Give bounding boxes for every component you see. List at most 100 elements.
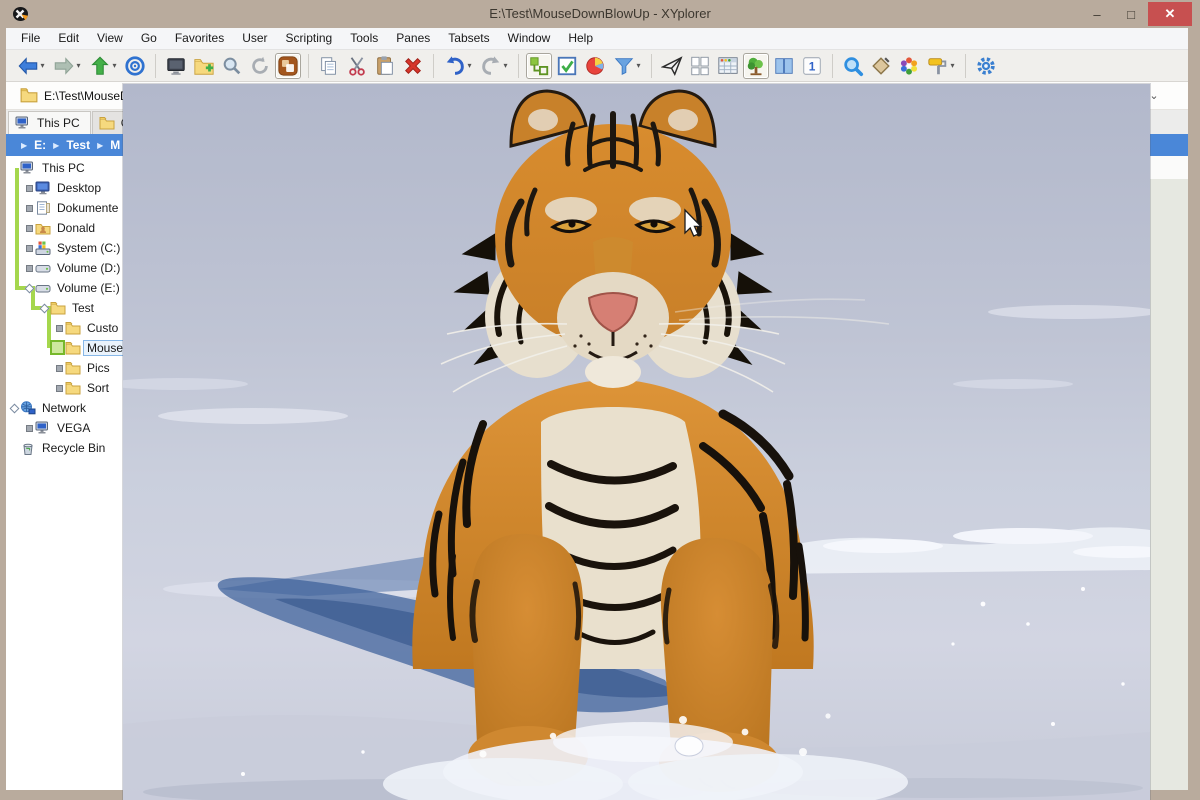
collapsed-toggle-icon[interactable] — [23, 245, 35, 252]
monitor-icon — [165, 55, 187, 77]
tree-item-label: System (C:) — [53, 240, 124, 256]
image-preview-overlay[interactable] — [123, 84, 1150, 800]
mini-tree-button[interactable] — [526, 53, 552, 79]
paste-button[interactable] — [372, 53, 398, 79]
send-to-button[interactable] — [659, 53, 685, 79]
table-icon — [717, 55, 739, 77]
breadcrumb-segment[interactable]: Test — [66, 138, 90, 152]
menu-user[interactable]: User — [233, 28, 276, 49]
dropdown-arrow-icon[interactable]: ▾ — [40, 61, 44, 70]
menu-tools[interactable]: Tools — [341, 28, 387, 49]
expand-toggle-icon[interactable] — [23, 285, 35, 292]
menu-tabsets[interactable]: Tabsets — [439, 28, 498, 49]
checkbox-icon — [556, 55, 578, 77]
dropdown-arrow-icon[interactable]: ▾ — [950, 61, 954, 70]
dropdown-arrow-icon[interactable]: ▾ — [503, 61, 507, 70]
tree-item-label: Sort — [83, 380, 113, 396]
breadcrumb-segment[interactable]: M — [110, 138, 120, 152]
undo-button[interactable]: ▾ — [441, 53, 475, 79]
dropdown-arrow-icon[interactable]: ▾ — [467, 61, 471, 70]
close-button[interactable]: ✕ — [1148, 2, 1192, 26]
cut-button[interactable] — [344, 53, 370, 79]
folder-icon — [20, 87, 38, 106]
collapsed-toggle-icon[interactable] — [23, 265, 35, 272]
tree-item-label: Donald — [53, 220, 99, 236]
tree-item-label: Custo — [83, 320, 122, 336]
menu-view[interactable]: View — [88, 28, 132, 49]
tree-item-label: Recycle Bin — [38, 440, 109, 456]
toolbar-group: ▾ ▾ ▾ — [10, 53, 152, 79]
tree-item-label: Volume (D:) — [53, 260, 124, 276]
show-tree-button[interactable] — [743, 53, 769, 79]
collapsed-toggle-icon[interactable] — [23, 425, 35, 432]
folder-statistics-button[interactable] — [582, 53, 608, 79]
checkbox-selection-button[interactable] — [554, 53, 580, 79]
minimize-button[interactable]: – — [1080, 2, 1114, 26]
user-folder-icon — [35, 221, 53, 235]
tree-item-label: Network — [38, 400, 90, 416]
menu-panes[interactable]: Panes — [387, 28, 439, 49]
clipboard-icon — [374, 55, 396, 77]
single-pane-button[interactable]: 1 — [799, 53, 825, 79]
menu-favorites[interactable]: Favorites — [166, 28, 233, 49]
tree-path-highlight — [15, 168, 19, 290]
dropdown-arrow-icon[interactable]: ▾ — [636, 61, 640, 70]
maximize-button[interactable]: □ — [1114, 2, 1148, 26]
mouse-down-blow-up-button[interactable] — [275, 53, 301, 79]
go-to-location-button[interactable] — [122, 53, 148, 79]
collapsed-toggle-icon[interactable] — [53, 325, 65, 332]
tree-item-label: Test — [68, 300, 98, 316]
tab-this-pc[interactable]: This PC — [8, 111, 91, 134]
new-folder-button[interactable] — [191, 53, 217, 79]
go-forward-button[interactable]: ▾ — [50, 53, 84, 79]
recycle-bin-icon — [20, 441, 38, 455]
menu-scripting[interactable]: Scripting — [277, 28, 342, 49]
address-path[interactable]: E:\Test\MouseDo — [44, 82, 135, 110]
delete-button[interactable] — [400, 53, 426, 79]
color-labels-button[interactable] — [896, 53, 922, 79]
live-filter-button[interactable] — [840, 53, 866, 79]
go-back-button[interactable]: ▾ — [14, 53, 48, 79]
tree-icon — [745, 55, 767, 77]
collapsed-toggle-icon[interactable] — [53, 365, 65, 372]
breadcrumb-segment[interactable]: E: — [34, 138, 46, 152]
expand-toggle-icon[interactable] — [38, 305, 50, 312]
drive-icon — [35, 261, 53, 275]
tree-item-label: Pics — [83, 360, 114, 376]
dual-pane-button[interactable] — [771, 53, 797, 79]
format-painter-button[interactable]: ▾ — [924, 53, 958, 79]
collapsed-toggle-icon[interactable] — [23, 185, 35, 192]
up-icon — [89, 55, 111, 77]
redo-button[interactable]: ▾ — [477, 53, 511, 79]
compare-lists-button[interactable] — [687, 53, 713, 79]
breadcrumb-arrow-icon: ▶ — [21, 141, 27, 150]
configuration-button[interactable] — [973, 53, 999, 79]
dual-pane-icon — [773, 55, 795, 77]
new-folder-icon — [193, 55, 215, 77]
tag-item-button[interactable] — [868, 53, 894, 79]
system-drive-icon — [35, 241, 53, 255]
title-bar[interactable]: E:\Test\MouseDownBlowUp - XYplorer – □ ✕ — [0, 0, 1200, 28]
menu-edit[interactable]: Edit — [49, 28, 88, 49]
dropdown-arrow-icon[interactable]: ▾ — [112, 61, 116, 70]
expand-toggle-icon[interactable] — [8, 405, 20, 412]
toolbar: ▾ ▾ ▾ ▾ ▾ ▾ 1 ▾ — [6, 50, 1188, 82]
menu-go[interactable]: Go — [132, 28, 166, 49]
collapsed-toggle-icon[interactable] — [23, 225, 35, 232]
collapsed-toggle-icon[interactable] — [53, 385, 65, 392]
refresh-button[interactable] — [247, 53, 273, 79]
go-up-button[interactable]: ▾ — [86, 53, 120, 79]
menu-file[interactable]: File — [12, 28, 49, 49]
copy-button[interactable] — [316, 53, 342, 79]
folder-icon — [65, 381, 83, 395]
find-files-button[interactable] — [219, 53, 245, 79]
collapsed-toggle-icon[interactable] — [23, 205, 35, 212]
visual-filter-button[interactable]: ▾ — [610, 53, 644, 79]
forward-icon — [53, 55, 75, 77]
dropdown-arrow-icon[interactable]: ▾ — [76, 61, 80, 70]
details-view-button[interactable] — [715, 53, 741, 79]
menu-help[interactable]: Help — [559, 28, 602, 49]
show-drives-button[interactable] — [163, 53, 189, 79]
pinwheel-icon — [898, 55, 920, 77]
menu-window[interactable]: Window — [499, 28, 560, 49]
